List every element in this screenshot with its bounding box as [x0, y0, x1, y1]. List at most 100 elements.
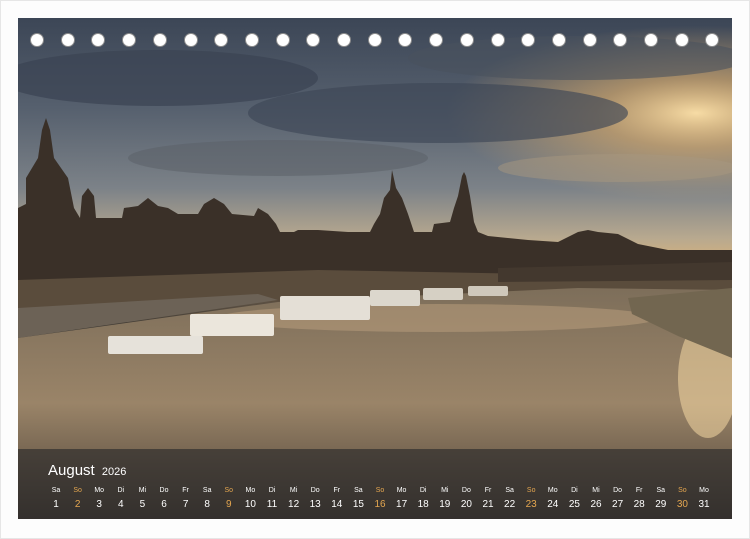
- skyline-illustration: [18, 18, 732, 519]
- binding-hole: [551, 33, 566, 47]
- weekday-label: Mo: [94, 487, 105, 494]
- weekday-label: Sa: [505, 487, 514, 494]
- day-grid: Sa 1 So 2 Mo 3 Di 4 Mi 5 Do 6 Fr 7 Sa 8 So 9 Mo 10 Di 11 Mi 12 D…: [45, 486, 714, 514]
- day-number: 29: [655, 499, 667, 510]
- weekday-label: So: [526, 487, 536, 494]
- binding-hole: [429, 33, 444, 47]
- day-number: 12: [288, 499, 300, 510]
- binding-hole: [490, 33, 505, 47]
- day-number: 24: [547, 499, 559, 510]
- day-cell: Fr 28: [628, 486, 650, 512]
- day-cell: Mo 31: [693, 486, 715, 512]
- day-cell: Di 11: [261, 486, 283, 512]
- day-number: 27: [612, 499, 624, 510]
- weekday-label: Fr: [635, 487, 643, 494]
- day-cell: Mi 12: [283, 486, 305, 512]
- weekday-label: Mo: [245, 487, 256, 494]
- binding-hole: [122, 33, 137, 47]
- day-number: 21: [482, 499, 494, 510]
- day-number: 4: [118, 499, 124, 510]
- day-cell: Do 13: [304, 486, 326, 512]
- day-number: 2: [74, 499, 81, 510]
- weekday-label: So: [73, 487, 82, 494]
- day-cell: Do 27: [607, 486, 629, 512]
- day-number: 25: [568, 499, 580, 510]
- weekday-label: Fr: [484, 487, 492, 494]
- day-cell-sunday: So 16: [369, 486, 391, 512]
- month-title: August 2026: [48, 462, 126, 479]
- binding-hole: [91, 33, 106, 47]
- day-number: 10: [244, 499, 256, 510]
- day-cell: Mo 17: [391, 486, 413, 512]
- day-cell: Fr 21: [477, 486, 499, 512]
- weekday-label: Di: [268, 487, 276, 494]
- day-number: 15: [352, 499, 364, 510]
- day-cell-sunday: So 23: [520, 486, 542, 512]
- binding-hole: [30, 33, 44, 47]
- day-number: 23: [525, 499, 537, 510]
- day-cell: Sa 29: [650, 486, 672, 512]
- day-number: 26: [590, 499, 602, 510]
- weekday-label: Mo: [547, 487, 558, 494]
- day-cell: Do 6: [153, 486, 175, 512]
- binding-hole: [674, 33, 689, 47]
- weekday-label: Di: [117, 487, 125, 494]
- day-number: 14: [331, 499, 343, 510]
- weekday-label: Sa: [354, 487, 363, 494]
- day-number: 30: [676, 499, 688, 510]
- weekday-label: So: [224, 487, 234, 494]
- weekday-label: Mo: [396, 487, 407, 494]
- binding-hole: [337, 33, 351, 47]
- binding-hole: [306, 33, 321, 47]
- weekday-label: Mi: [592, 487, 600, 494]
- day-cell-sunday: So 2: [67, 486, 89, 512]
- day-number: 16: [374, 499, 386, 510]
- binding-hole: [613, 33, 628, 47]
- city-river-photo: [18, 18, 732, 519]
- binding-hole: [244, 33, 259, 47]
- calendar-page: August 2026 Sa 1 So 2 Mo 3 Di 4 Mi 5 Do 6 Fr 7 Sa 8 So 9 M…: [0, 0, 750, 539]
- weekday-label: Di: [419, 487, 427, 494]
- day-number: 5: [139, 499, 146, 510]
- day-number: 17: [396, 499, 408, 510]
- binding-hole: [183, 33, 198, 47]
- weekday-label: Sa: [51, 487, 61, 494]
- weekday-label: Mi: [289, 487, 298, 494]
- weekday-label: Do: [613, 487, 623, 494]
- calendar-band: August 2026 Sa 1 So 2 Mo 3 Di 4 Mi 5 Do 6 Fr 7 Sa 8 So 9 M…: [18, 449, 732, 519]
- weekday-label: Fr: [333, 487, 341, 494]
- day-number: 8: [204, 499, 210, 510]
- day-number: 22: [504, 499, 516, 510]
- day-number: 19: [439, 499, 451, 510]
- binding-hole: [459, 33, 474, 47]
- binding-hole: [367, 33, 382, 47]
- day-cell: Sa 15: [347, 486, 369, 512]
- binding-hole: [152, 33, 167, 47]
- day-number: 13: [309, 499, 321, 510]
- binding-hole: [644, 33, 658, 47]
- day-number: 7: [182, 499, 189, 510]
- day-cell: Fr 14: [326, 486, 348, 512]
- day-cell: Sa 22: [499, 486, 521, 512]
- day-cell: Di 25: [563, 486, 585, 512]
- binding-hole: [521, 33, 536, 47]
- day-cell: Do 20: [455, 486, 477, 512]
- month-year: 2026: [101, 466, 127, 478]
- day-number: 11: [266, 499, 278, 510]
- weekday-label: Do: [310, 487, 320, 494]
- weekday-label: Mi: [441, 487, 449, 494]
- binding-hole: [398, 33, 413, 47]
- binding-hole: [275, 33, 290, 47]
- binding-holes: [30, 33, 720, 47]
- month-name: August: [48, 462, 95, 479]
- day-number: 20: [460, 499, 472, 510]
- day-cell: Fr 7: [175, 486, 197, 512]
- day-number: 1: [53, 499, 59, 510]
- weekday-label: Mo: [699, 487, 709, 494]
- day-number: 6: [161, 499, 167, 510]
- day-number: 31: [698, 499, 710, 510]
- weekday-label: Fr: [182, 487, 189, 494]
- day-number: 3: [96, 499, 102, 510]
- weekday-label: Sa: [656, 487, 666, 494]
- day-cell: Mi 19: [434, 486, 456, 512]
